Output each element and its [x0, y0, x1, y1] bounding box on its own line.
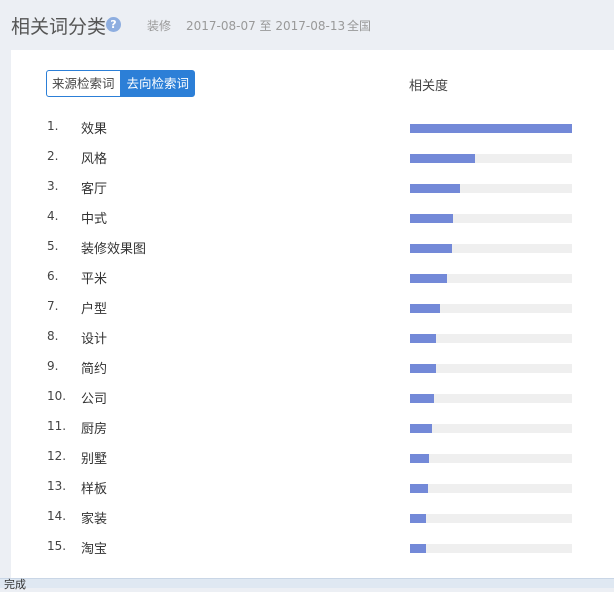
relevance-bar-fill: [410, 424, 432, 433]
keyword-link[interactable]: 厨房: [81, 418, 107, 437]
keyword-link[interactable]: 设计: [81, 328, 107, 347]
relevance-bar-fill: [410, 364, 436, 373]
rank-number: 3.: [47, 179, 59, 193]
keyword-row: 12. 别墅: [11, 443, 614, 473]
relevance-bar-track: [410, 364, 572, 373]
keyword-link[interactable]: 家装: [81, 508, 107, 527]
relevance-bar-fill: [410, 394, 435, 403]
keyword-row: 11. 厨房: [11, 413, 614, 443]
keyword-link[interactable]: 户型: [81, 298, 107, 317]
relevance-bar-track: [410, 334, 572, 343]
relevance-bar-fill: [410, 214, 453, 223]
keyword-link[interactable]: 平米: [81, 268, 107, 287]
keyword-row: 5. 装修效果图: [11, 233, 614, 263]
status-text: 完成: [4, 578, 26, 591]
rank-number: 9.: [47, 359, 59, 373]
keyword-link[interactable]: 中式: [81, 208, 107, 227]
keyword-link[interactable]: 效果: [81, 118, 107, 137]
keyword-row: 15. 淘宝: [11, 533, 614, 563]
relevance-column-header: 相关度: [409, 79, 449, 94]
relevance-bar-fill: [410, 484, 428, 493]
status-bar: 完成: [0, 578, 614, 591]
keyword-row: 14. 家装: [11, 503, 614, 533]
rank-number: 7.: [47, 299, 59, 313]
keyword-row: 13. 样板: [11, 473, 614, 503]
keyword-row: 3. 客厅: [11, 173, 614, 203]
source-keywords-tab[interactable]: 来源检索词: [46, 70, 121, 97]
relevance-bar-track: [410, 304, 572, 313]
date-range: 2017-08-07 至 2017-08-13: [186, 19, 346, 33]
relevance-bar-track: [410, 244, 572, 253]
relevance-bar-track: [410, 514, 572, 523]
keyword-link[interactable]: 简约: [81, 358, 107, 377]
keyword-row: 8. 设计: [11, 323, 614, 353]
relevance-bar-fill: [410, 544, 427, 553]
keyword-link[interactable]: 别墅: [81, 448, 107, 467]
question-circle-icon[interactable]: ?: [106, 17, 121, 32]
rank-number: 11.: [47, 419, 67, 433]
rank-number: 13.: [47, 479, 67, 493]
keyword-row: 9. 简约: [11, 353, 614, 383]
keyword-row: 2. 风格: [11, 143, 614, 173]
rank-number: 8.: [47, 329, 59, 343]
rank-number: 10.: [47, 389, 67, 403]
relevance-bar-track: [410, 184, 572, 193]
search-direction-toggle: 来源检索词 去向检索词: [46, 70, 196, 97]
relevance-bar-track: [410, 484, 572, 493]
target-keywords-tab[interactable]: 去向检索词: [120, 70, 196, 97]
keyword-row: 1. 效果: [11, 113, 614, 143]
relevance-bar-fill: [410, 154, 475, 163]
keyword-row: 6. 平米: [11, 263, 614, 293]
category-label: 装修: [147, 19, 172, 33]
relevance-bar-track: [410, 214, 572, 223]
rank-number: 14.: [47, 509, 67, 523]
relevance-bar-fill: [410, 244, 453, 253]
relevance-bar-fill: [410, 454, 430, 463]
relevance-bar-fill: [410, 184, 461, 193]
keyword-row: 10. 公司: [11, 383, 614, 413]
relevance-bar-fill: [410, 304, 440, 313]
rank-number: 1.: [47, 119, 59, 133]
relevance-bar-fill: [410, 334, 436, 343]
keyword-link[interactable]: 客厅: [81, 178, 107, 197]
rank-number: 6.: [47, 269, 59, 283]
region-label: 全国: [347, 19, 372, 33]
related-words-panel: 来源检索词 去向检索词 相关度 1. 效果 2. 风格 3. 客厅 4. 中式 5. 装修效果图 6…: [11, 50, 614, 578]
rank-number: 15.: [47, 539, 67, 553]
relevance-bar-track: [410, 274, 572, 283]
rank-number: 2.: [47, 149, 59, 163]
keyword-link[interactable]: 样板: [81, 478, 107, 497]
keyword-link[interactable]: 装修效果图: [81, 238, 146, 257]
page-header: 相关词分类 ? 装修 2017-08-07 至 2017-08-13 全国: [0, 0, 614, 50]
keyword-row: 4. 中式: [11, 203, 614, 233]
relevance-bar-fill: [410, 514, 427, 523]
rank-number: 5.: [47, 239, 59, 253]
page-title: 相关词分类: [11, 16, 107, 38]
relevance-bar-track: [410, 454, 572, 463]
relevance-bar-track: [410, 124, 572, 133]
relevance-bar-track: [410, 394, 572, 403]
relevance-bar-fill: [410, 124, 572, 133]
keyword-link[interactable]: 风格: [81, 148, 107, 167]
keyword-link[interactable]: 公司: [81, 388, 107, 407]
keyword-row: 7. 户型: [11, 293, 614, 323]
relevance-bar-track: [410, 424, 572, 433]
relevance-bar-fill: [410, 274, 448, 283]
relevance-bar-track: [410, 544, 572, 553]
rank-number: 12.: [47, 449, 67, 463]
rank-number: 4.: [47, 209, 59, 223]
relevance-bar-track: [410, 154, 572, 163]
keyword-link[interactable]: 淘宝: [81, 538, 107, 557]
